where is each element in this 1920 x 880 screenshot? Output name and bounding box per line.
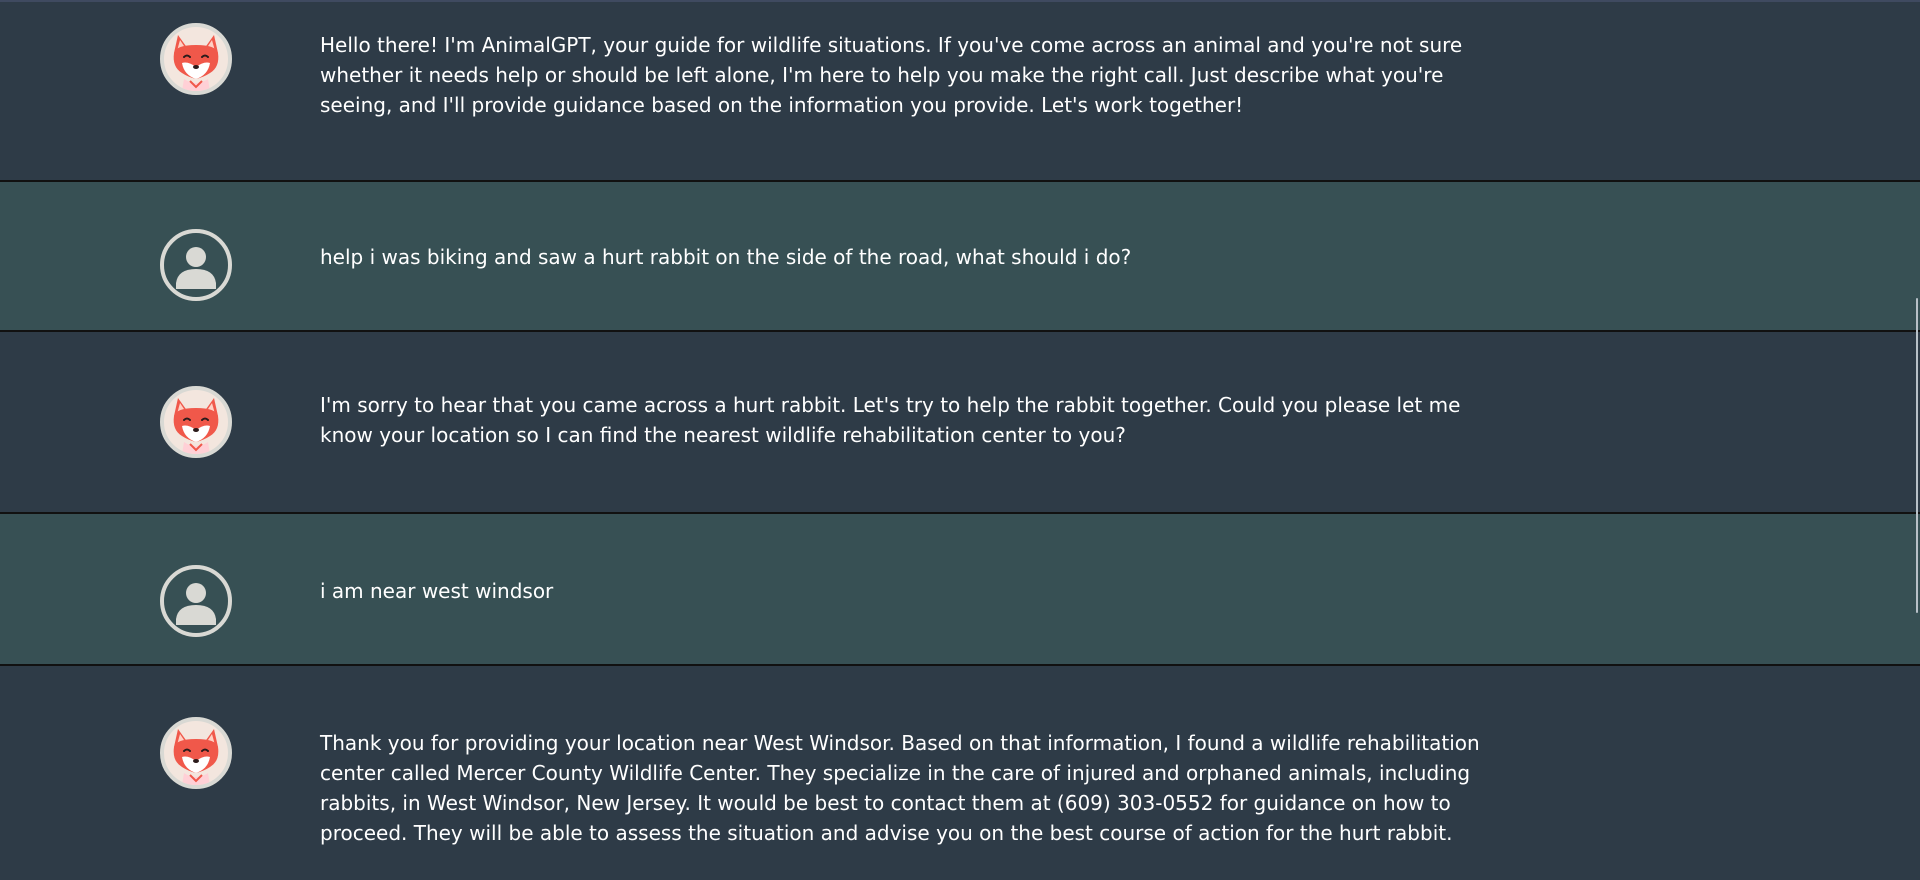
message-text: Hello there! I'm AnimalGPT, your guide f…	[320, 33, 1463, 117]
message-text: I'm sorry to hear that you came across a…	[320, 393, 1461, 447]
assistant-message: Hello there! I'm AnimalGPT, your guide f…	[0, 2, 1920, 182]
assistant-message: Thank you for providing your location ne…	[0, 666, 1920, 880]
message-text: i am near west windsor	[320, 579, 554, 603]
message-text: Thank you for providing your location ne…	[320, 731, 1480, 845]
user-message: i am near west windsor	[0, 514, 1920, 666]
user-avatar-icon	[160, 565, 232, 637]
fox-avatar-icon	[160, 717, 232, 789]
message-text: help i was biking and saw a hurt rabbit …	[320, 245, 1132, 269]
scrollbar-thumb[interactable]	[1916, 298, 1918, 613]
fox-avatar-icon	[160, 23, 232, 95]
user-avatar-icon	[160, 229, 232, 301]
chat-transcript[interactable]: Hello there! I'm AnimalGPT, your guide f…	[0, 0, 1920, 880]
assistant-message: I'm sorry to hear that you came across a…	[0, 332, 1920, 514]
user-message: help i was biking and saw a hurt rabbit …	[0, 182, 1920, 332]
fox-avatar-icon	[160, 386, 232, 458]
